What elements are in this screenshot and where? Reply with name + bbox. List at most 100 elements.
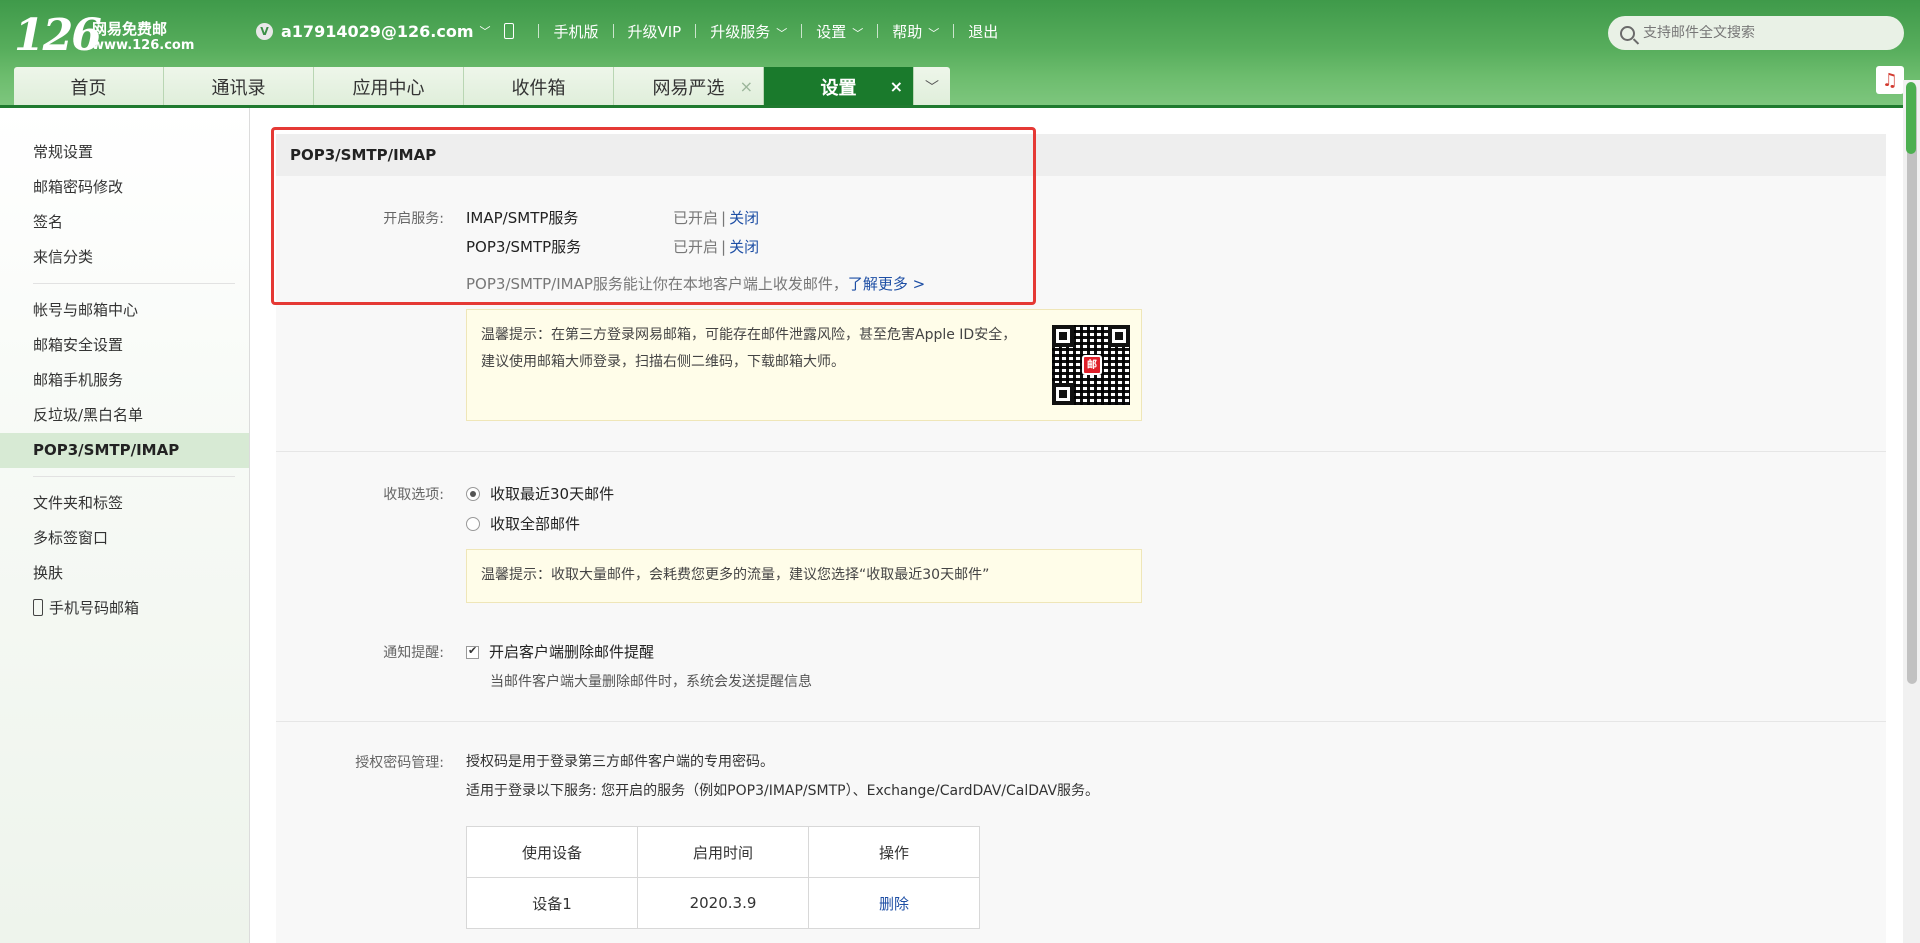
main-tabs: 首页 通讯录 应用中心 收件箱 网易严选 × 设置 × ﹀	[14, 67, 950, 106]
action-cell: 删除	[808, 877, 980, 929]
sidebar-item-multi-tab[interactable]: 多标签窗口	[0, 521, 249, 556]
device-cell: 设备1	[466, 877, 638, 929]
notify-option[interactable]: 开启客户端删除邮件提醒	[466, 641, 654, 662]
traffic-tip-box: 温馨提示：收取大量邮件，会耗费您更多的流量，建议您选择“收取最近30天邮件”	[466, 549, 1142, 603]
tab-yanxuan[interactable]: 网易严选 ×	[614, 67, 764, 106]
fetch-label: 收取选项:	[383, 487, 444, 503]
sidebar-item-pop3[interactable]: POP3/SMTP/IMAP	[0, 433, 249, 468]
close-pop3-link[interactable]: 关闭	[729, 238, 759, 256]
tab-contacts[interactable]: 通讯录	[164, 67, 314, 106]
table-header-row: 使用设备 启用时间 操作	[466, 826, 980, 878]
time-cell: 2020.3.9	[637, 877, 809, 929]
divider	[877, 24, 879, 38]
nav-mobile[interactable]: 手机版	[553, 21, 598, 42]
column-header: 操作	[808, 826, 980, 878]
scrollbar-thumb[interactable]	[1907, 84, 1917, 684]
notify-checkbox[interactable]	[466, 644, 479, 659]
search-input[interactable]	[1643, 25, 1883, 41]
option-label: 开启客户端删除邮件提醒	[489, 643, 655, 661]
nav-help[interactable]: 帮助 ﹀	[892, 21, 939, 42]
nav-logout[interactable]: 退出	[968, 21, 998, 42]
divider	[276, 721, 1886, 722]
notify-description: 当邮件客户端大量删除邮件时，系统会发送提醒信息	[490, 674, 812, 690]
auth-line-2: 适用于登录以下服务: 您开启的服务（例如POP3/IMAP/SMTP）、Exch…	[466, 783, 1100, 799]
auth-line-1: 授权码是用于登录第三方邮件客户端的专用密码。	[466, 754, 774, 770]
sidebar-item-general[interactable]: 常规设置	[0, 135, 249, 170]
phone-icon[interactable]	[504, 23, 515, 39]
sidebar-item-mail-filter[interactable]: 来信分类	[0, 240, 249, 275]
divider	[612, 24, 614, 38]
sidebar-item-signature[interactable]: 签名	[0, 205, 249, 240]
tab-label: 收件箱	[511, 77, 566, 99]
sidebar-item-security[interactable]: 邮箱安全设置	[0, 328, 249, 363]
qr-code-icon: 邮	[1052, 325, 1130, 405]
divider	[953, 24, 955, 38]
delete-device-link[interactable]: 删除	[879, 895, 909, 913]
logo-name: 网易免费邮	[92, 20, 168, 38]
service-status: 已开启	[673, 209, 719, 227]
search-icon[interactable]	[1620, 25, 1635, 41]
traffic-tip-text: 温馨提示：收取大量邮件，会耗费您更多的流量，建议您选择“收取最近30天邮件”	[481, 567, 990, 583]
logo[interactable]: 126 网易免费邮 www.126.com	[14, 14, 194, 58]
close-imap-link[interactable]: 关闭	[729, 209, 759, 227]
tab-app-center[interactable]: 应用中心	[314, 67, 464, 106]
nav-upgrade-service-label: 升级服务	[710, 22, 771, 41]
divider	[538, 24, 540, 38]
top-header: 126 网易免费邮 www.126.com V a17914029@126.co…	[0, 0, 1920, 108]
sidebar-item-folders[interactable]: 文件夹和标签	[0, 486, 249, 521]
settings-main: POP3/SMTP/IMAP 开启服务: IMAP/SMTP服务 已开启 | 关闭 …	[250, 108, 1903, 943]
sidebar-item-skin[interactable]: 换肤	[0, 556, 249, 591]
services-label: 开启服务:	[383, 211, 444, 227]
nav-help-label: 帮助	[892, 22, 923, 41]
tab-label: 设置	[820, 77, 857, 99]
nav-settings-label: 设置	[816, 22, 847, 41]
scrollbar[interactable]	[1903, 80, 1920, 943]
tab-label: 通讯录	[211, 77, 266, 99]
security-tip-text: 温馨提示：在第三方登录网易邮箱，可能存在邮件泄露风险，甚至危害Apple ID安…	[481, 327, 1017, 370]
search-box[interactable]	[1608, 16, 1904, 50]
nav-upgrade-service[interactable]: 升级服务 ﹀	[710, 21, 787, 42]
tab-label: 网易严选	[652, 77, 725, 99]
sidebar-item-password[interactable]: 邮箱密码修改	[0, 170, 249, 205]
account-name[interactable]: a17914029@126.com	[281, 22, 473, 41]
mail-master-logo: 邮	[1082, 355, 1102, 375]
sidebar-item-label: 手机号码邮箱	[49, 599, 140, 617]
service-status: 已开启	[673, 238, 719, 256]
learn-more-link[interactable]: 了解更多 >	[848, 275, 925, 293]
chevron-down-icon: ﹀	[925, 79, 939, 96]
table-row: 设备1 2020.3.9 删除	[466, 877, 980, 929]
nav-upgrade-vip[interactable]: 升级VIP	[628, 21, 682, 42]
auth-label: 授权密码管理:	[355, 755, 444, 771]
qr-corner	[1108, 325, 1130, 347]
divider	[33, 476, 235, 477]
sidebar-item-antispam[interactable]: 反垃圾/黑白名单	[0, 398, 249, 433]
section-title: POP3/SMTP/IMAP	[276, 134, 1886, 176]
services-desc-text: POP3/SMTP/IMAP服务能让你在本地客户端上收发邮件，	[466, 275, 848, 293]
chevron-down-icon[interactable]: ﹀	[479, 23, 490, 39]
mobile-icon	[33, 599, 43, 616]
tab-label: 首页	[70, 77, 107, 99]
scroll-handle[interactable]	[1906, 82, 1916, 154]
nav-settings[interactable]: 设置 ﹀	[816, 21, 863, 42]
close-icon[interactable]: ×	[890, 77, 903, 96]
logo-number: 126	[14, 10, 102, 61]
device-table: 使用设备 启用时间 操作 设备1 2020.3.9 删除	[466, 826, 980, 929]
fetch-option-all[interactable]: 收取全部邮件	[466, 513, 580, 534]
tab-inbox[interactable]: 收件箱	[464, 67, 614, 106]
pop3-panel: POP3/SMTP/IMAP 开启服务: IMAP/SMTP服务 已开启 | 关闭 …	[276, 134, 1886, 943]
tab-settings[interactable]: 设置 ×	[764, 67, 914, 106]
option-label: 收取最近30天邮件	[490, 485, 615, 503]
sidebar-item-mobile-service[interactable]: 邮箱手机服务	[0, 363, 249, 398]
divider: |	[721, 238, 727, 256]
sidebar-item-account-center[interactable]: 帐号与邮箱中心	[0, 293, 249, 328]
sidebar-item-phone-mailbox[interactable]: 手机号码邮箱	[0, 591, 249, 626]
fetch-option-30days[interactable]: 收取最近30天邮件	[466, 483, 614, 504]
tab-more-button[interactable]: ﹀	[914, 67, 950, 106]
notify-label: 通知提醒:	[383, 645, 444, 661]
music-icon[interactable]: ♫	[1876, 66, 1904, 94]
radio-30days[interactable]	[466, 487, 480, 501]
vip-badge-icon[interactable]: V	[256, 22, 273, 40]
radio-all[interactable]	[466, 517, 480, 531]
close-icon[interactable]: ×	[740, 77, 753, 96]
tab-home[interactable]: 首页	[14, 67, 164, 106]
